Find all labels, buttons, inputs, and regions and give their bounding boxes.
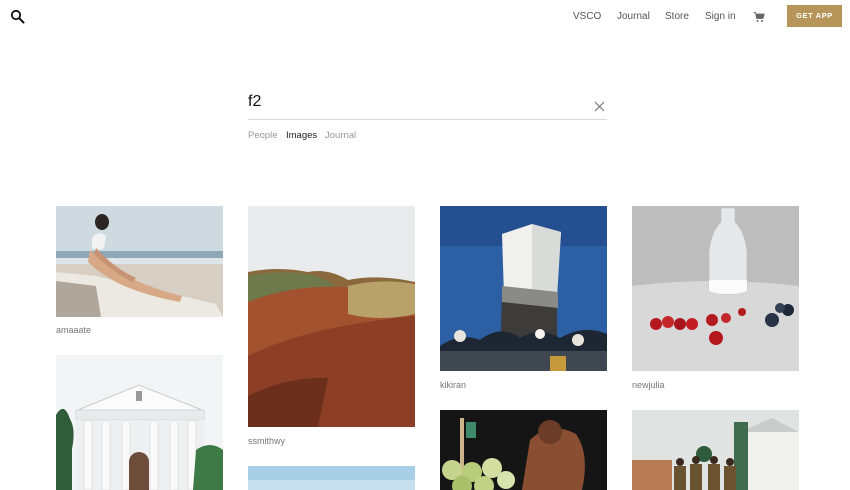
image-thumbnail-sky[interactable] xyxy=(248,466,415,490)
image-caption-user[interactable]: kikiran xyxy=(440,380,466,390)
image-thumbnail-hill[interactable] xyxy=(248,206,415,427)
image-thumbnail-market[interactable] xyxy=(440,410,607,490)
image-caption-user[interactable]: amaaate xyxy=(56,325,91,335)
image-thumbnail-church[interactable] xyxy=(56,355,223,490)
image-caption-user[interactable]: ssmithwy xyxy=(248,436,285,446)
image-thumbnail-bottle[interactable] xyxy=(632,206,799,371)
image-grid: amaaate ssmithwy kikiran newjulia xyxy=(0,0,850,490)
image-thumbnail-monument[interactable] xyxy=(440,206,607,371)
image-thumbnail-group[interactable] xyxy=(632,410,799,490)
image-thumbnail-beach[interactable] xyxy=(56,206,223,317)
image-caption-user[interactable]: newjulia xyxy=(632,380,665,390)
